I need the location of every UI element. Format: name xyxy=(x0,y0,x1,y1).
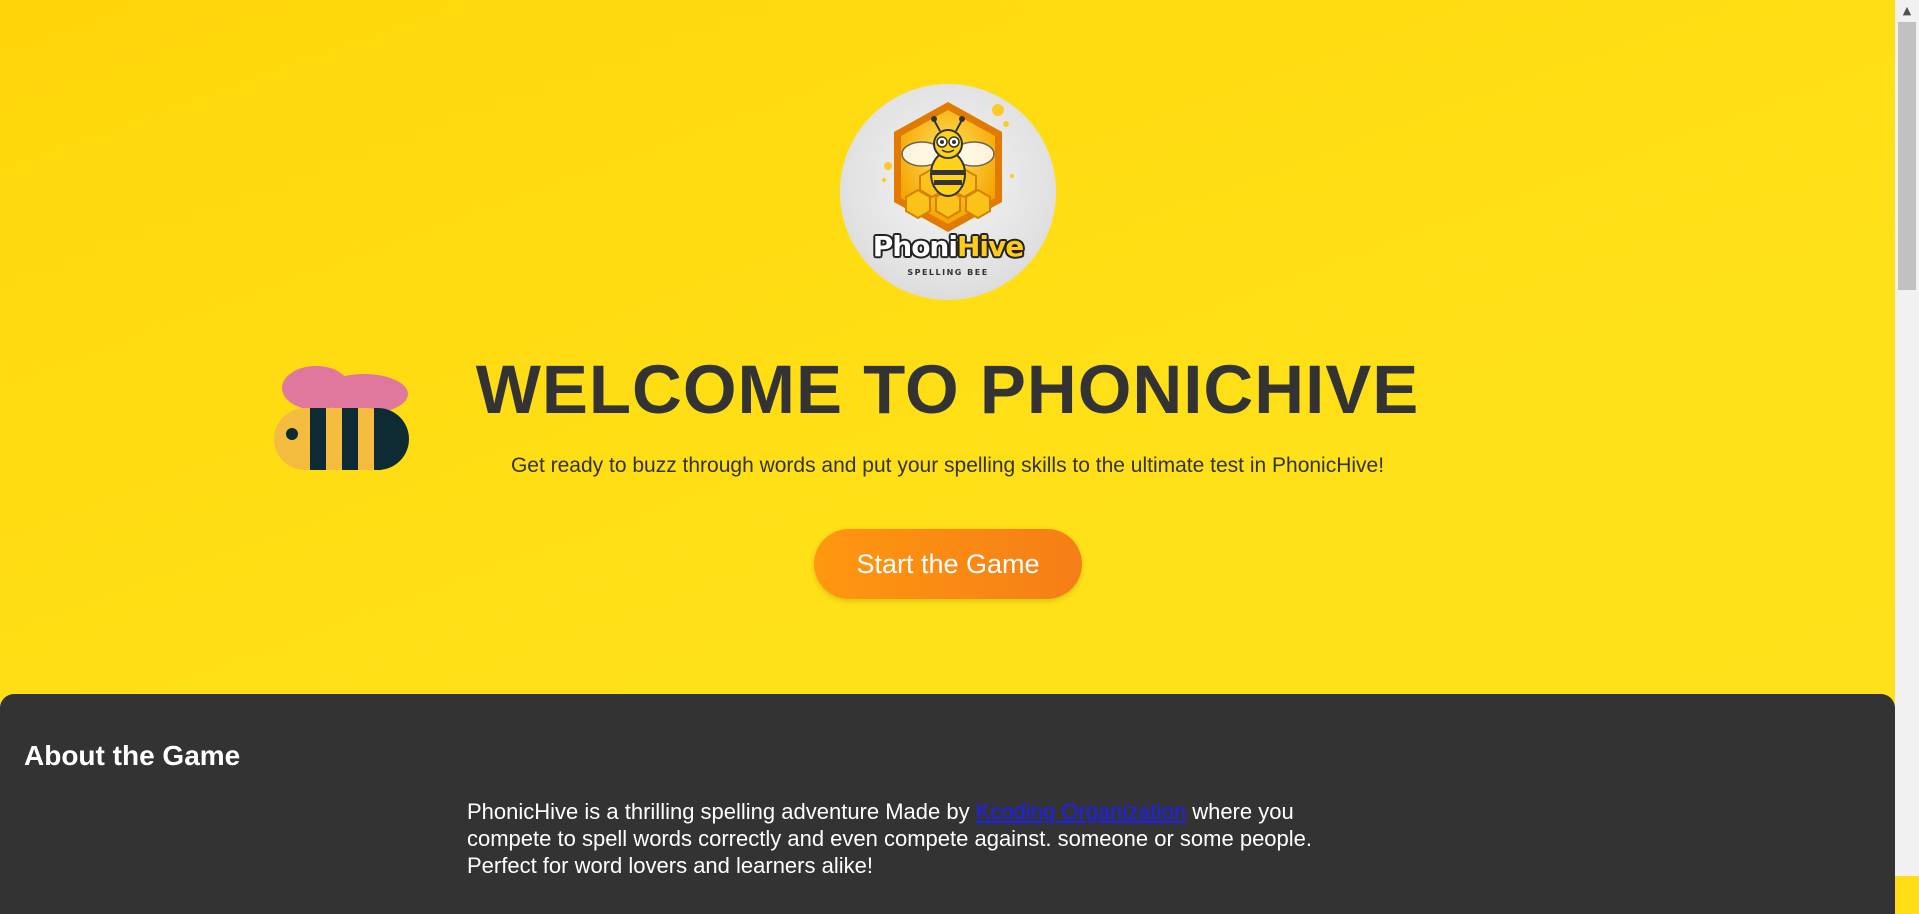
logo-image: PhoniHive SPELLING BEE xyxy=(840,84,1056,300)
scrollbar[interactable]: ▲ xyxy=(1895,0,1919,876)
about-section: About the Game PhonicHive is a thrilling… xyxy=(0,694,1895,914)
about-text: PhonicHive is a thrilling spelling adven… xyxy=(467,798,1357,879)
kcoding-link[interactable]: Kcoding Organization xyxy=(976,799,1186,824)
scroll-up-icon[interactable]: ▲ xyxy=(1895,0,1919,20)
start-game-button[interactable]: Start the Game xyxy=(814,529,1082,599)
page-title: WELCOME TO PHONICHIVE xyxy=(475,351,1420,428)
about-text-intro: PhonicHive is a thrilling spelling adven… xyxy=(467,799,976,824)
logo-subtitle: SPELLING BEE xyxy=(907,268,989,277)
scroll-thumb[interactable] xyxy=(1898,22,1916,290)
hero-subtitle: Get ready to buzz through words and put … xyxy=(510,454,1385,477)
page: PhoniHive SPELLING BEE WELCOME TO PHONIC… xyxy=(0,0,1895,914)
about-title: About the Game xyxy=(24,740,241,771)
logo-title: PhoniHive xyxy=(872,230,1025,263)
